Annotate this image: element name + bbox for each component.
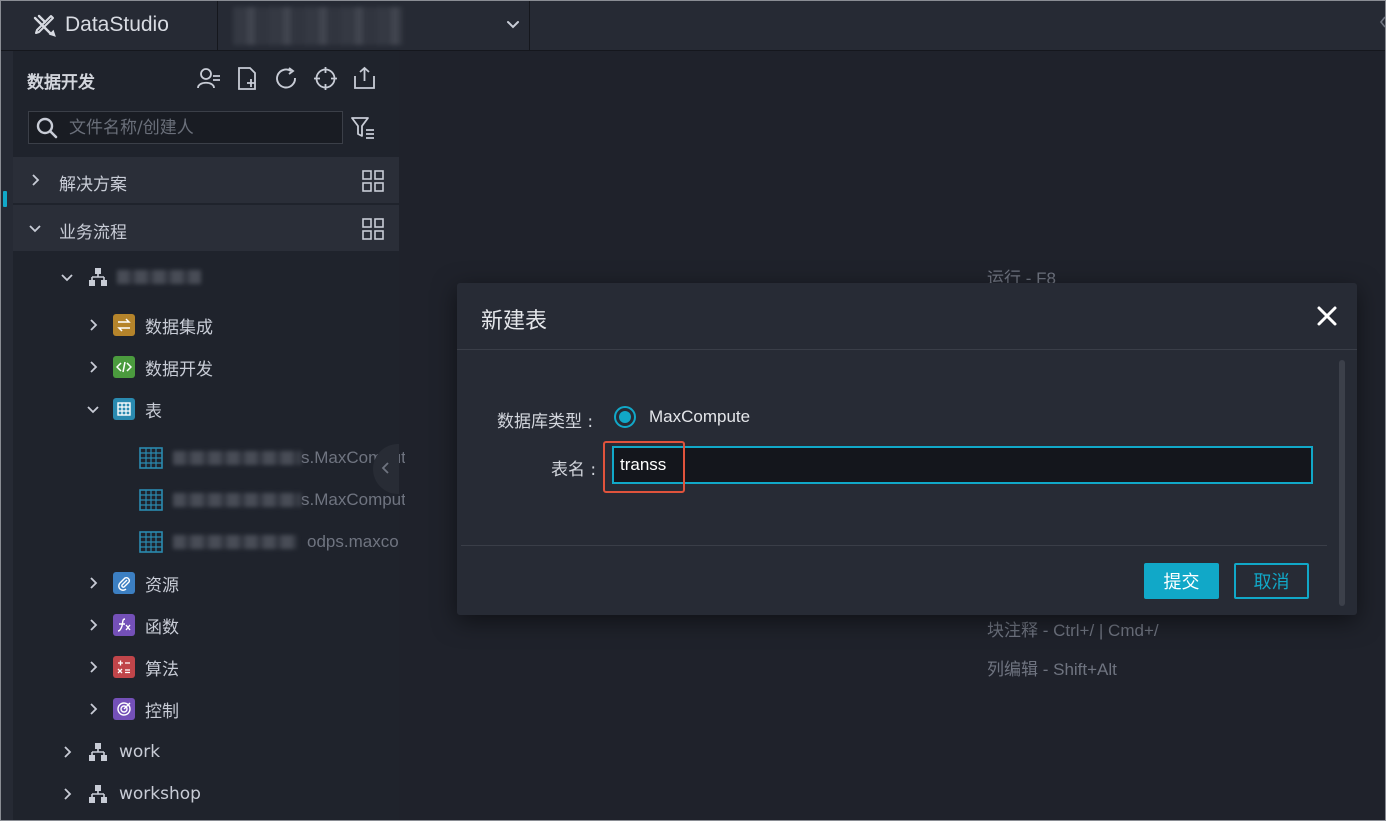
chevron-right-icon — [90, 703, 98, 715]
sync-icon — [113, 314, 135, 336]
chevron-down-icon — [29, 225, 41, 233]
app-name: DataStudio — [65, 13, 169, 36]
table-icon — [113, 398, 135, 420]
dialog-scrollbar[interactable] — [1339, 360, 1345, 606]
tree-folder-data-integration[interactable]: 数据集成 — [85, 312, 213, 338]
radio-dot — [619, 411, 631, 423]
divider — [457, 349, 1357, 350]
table-name-label: 表名 : — [551, 460, 597, 480]
shortcut-hint: 列编辑 - Shift+Alt — [987, 660, 1117, 679]
import-icon[interactable] — [351, 65, 378, 92]
calculator-icon — [113, 656, 135, 678]
person-icon[interactable] — [195, 65, 222, 92]
top-bar: DataStudio — [1, 1, 1385, 51]
chevron-right-icon — [90, 619, 98, 631]
grid-icon[interactable] — [361, 217, 385, 241]
table-icon — [139, 489, 163, 511]
shortcut-hint: 块注释 - Ctrl+/ | Cmd+/ — [987, 621, 1159, 640]
blurred-name — [173, 493, 301, 507]
project-selector-blurred[interactable] — [233, 7, 403, 45]
blurred-name — [173, 451, 301, 465]
chevron-right-icon — [64, 746, 72, 758]
edge-icon — [1379, 16, 1385, 28]
close-icon[interactable] — [1315, 304, 1339, 328]
chevron-left-icon — [381, 462, 389, 474]
workflow-label: work — [119, 742, 161, 762]
section-solutions[interactable]: 解决方案 — [13, 157, 399, 203]
tree-workflow-work[interactable]: work — [59, 739, 160, 765]
tree-table-item[interactable]: odps.maxco — [139, 529, 399, 555]
folder-label: 数据开发 — [145, 359, 213, 380]
active-indicator — [3, 191, 7, 207]
paperclip-icon — [113, 572, 135, 594]
chevron-down-icon — [87, 406, 99, 414]
db-type-radio[interactable] — [614, 406, 636, 428]
function-icon — [113, 614, 135, 636]
chevron-right-icon — [90, 577, 98, 589]
blurred-name — [173, 535, 297, 549]
locate-icon[interactable] — [312, 65, 339, 92]
section-label: 解决方案 — [59, 175, 127, 195]
workflow-icon — [89, 785, 107, 803]
table-name-input[interactable] — [612, 446, 1313, 484]
top-separator — [529, 1, 530, 51]
tree-folder-data-dev[interactable]: 数据开发 — [85, 354, 213, 380]
workflow-icon — [89, 268, 107, 286]
refresh-icon[interactable] — [273, 65, 300, 92]
chevron-right-icon — [32, 174, 40, 186]
chevron-right-icon — [90, 319, 98, 331]
tree-workflow-workshop[interactable]: workshop — [59, 781, 201, 807]
cancel-button[interactable]: 取消 — [1234, 563, 1309, 599]
tree-workflow-node[interactable] — [59, 264, 201, 290]
tree-folder-functions[interactable]: 函数 — [85, 612, 179, 638]
new-file-icon[interactable] — [234, 65, 261, 92]
chevron-down-icon[interactable] — [503, 15, 523, 35]
chevron-right-icon — [64, 788, 72, 800]
new-table-dialog: 新建表 数据库类型 : MaxCompute 表名 : 提交 取消 — [457, 283, 1357, 615]
grid-icon[interactable] — [361, 169, 385, 193]
folder-label: 函数 — [145, 617, 179, 638]
tree-folder-algorithms[interactable]: 算法 — [85, 654, 179, 680]
table-icon — [139, 447, 163, 469]
chevron-right-icon — [90, 361, 98, 373]
app-window: DataStudio 数据开发 文件名称/创建人 解决方案 业务流程 数据集成 … — [0, 0, 1386, 821]
folder-label: 数据集成 — [145, 317, 213, 338]
table-suffix: odps.maxco — [307, 532, 399, 551]
workflow-label: workshop — [119, 784, 201, 804]
tree-folder-resources[interactable]: 资源 — [85, 570, 179, 596]
dialog-title: 新建表 — [481, 309, 548, 334]
sidebar-toolbar — [195, 65, 378, 92]
search-box — [28, 111, 343, 144]
folder-label: 表 — [145, 401, 162, 422]
datastudio-logo-icon — [33, 14, 56, 37]
divider — [461, 545, 1327, 546]
tree-folder-tables[interactable]: 表 — [85, 396, 162, 422]
folder-label: 资源 — [145, 575, 179, 596]
search-input[interactable] — [69, 117, 319, 138]
chevron-right-icon — [90, 661, 98, 673]
search-icon — [36, 117, 58, 138]
db-type-option[interactable]: MaxCompute — [649, 407, 750, 427]
blurred-name — [117, 270, 201, 284]
target-icon — [113, 698, 135, 720]
top-separator — [217, 1, 218, 51]
tree-folder-control[interactable]: 控制 — [85, 696, 179, 722]
filter-icon[interactable] — [349, 114, 377, 142]
section-workflows[interactable]: 业务流程 — [13, 205, 399, 251]
code-icon — [113, 356, 135, 378]
folder-label: 算法 — [145, 659, 179, 680]
chevron-down-icon — [61, 274, 73, 282]
workflow-icon — [89, 743, 107, 761]
db-type-label: 数据库类型 : — [497, 412, 594, 432]
sidebar: 数据开发 文件名称/创建人 解决方案 业务流程 数据集成 数据开发 表 s.Ma… — [13, 51, 415, 820]
tree-table-item[interactable]: s.MaxCompute — [139, 487, 415, 513]
submit-button[interactable]: 提交 — [1144, 563, 1219, 599]
folder-label: 控制 — [145, 701, 179, 722]
table-icon — [139, 531, 163, 553]
sidebar-title: 数据开发 — [27, 73, 95, 92]
brand[interactable]: DataStudio — [31, 11, 169, 39]
section-label: 业务流程 — [59, 223, 127, 243]
left-activity-strip — [1, 51, 13, 820]
